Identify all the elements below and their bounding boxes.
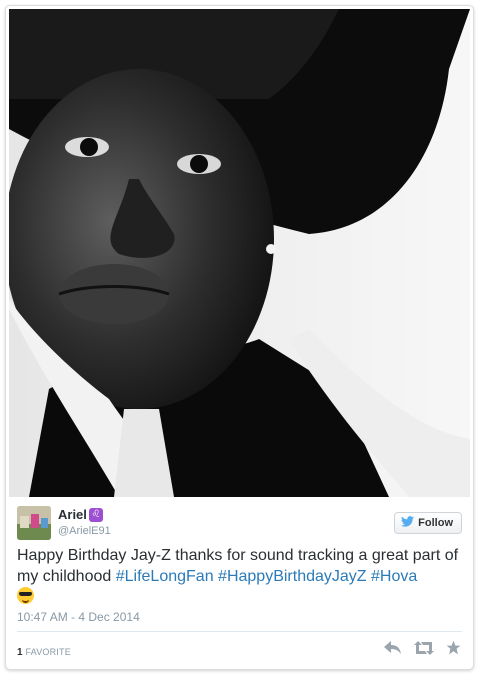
embedded-tweet-card: Ariel ♌ @ArielE91 Follow Happy Birthday … [5,5,474,670]
avatar[interactable] [17,506,51,540]
favorites-label: FAVORITE [25,647,71,657]
user-display-name[interactable]: Ariel [58,507,87,522]
user-handle[interactable]: @ArielE91 [58,525,111,537]
bird-icon [401,516,415,530]
hashtag-happybirthdayjayz[interactable]: #HappyBirthdayJayZ [218,568,367,585]
favorites-count: 1 [17,647,23,658]
hashtag-lifelongfan[interactable]: #LifeLongFan [116,568,214,585]
star-icon[interactable] [446,640,461,659]
follow-button[interactable]: Follow [394,512,462,534]
sunglasses-emoji-icon [17,587,34,604]
tweet-photo[interactable] [9,9,470,497]
leo-zodiac-icon: ♌ [88,507,103,522]
follow-label: Follow [418,517,453,529]
favorites-stat[interactable]: 1 FAVORITE [17,647,71,658]
tweet-header: Ariel ♌ @ArielE91 Follow [17,506,462,542]
portrait-photo [9,9,470,497]
divider [17,631,462,632]
reply-icon[interactable] [384,640,402,659]
tweet-text: Happy Birthday Jay-Z thanks for sound tr… [17,545,462,608]
user-name-row[interactable]: Ariel ♌ [58,507,103,522]
retweet-icon[interactable] [414,640,434,659]
avatar-image [17,506,51,540]
tweet-timestamp[interactable]: 10:47 AM - 4 Dec 2014 [17,610,140,624]
tweet-actions [384,640,461,659]
hashtag-hova[interactable]: #Hova [371,568,417,585]
